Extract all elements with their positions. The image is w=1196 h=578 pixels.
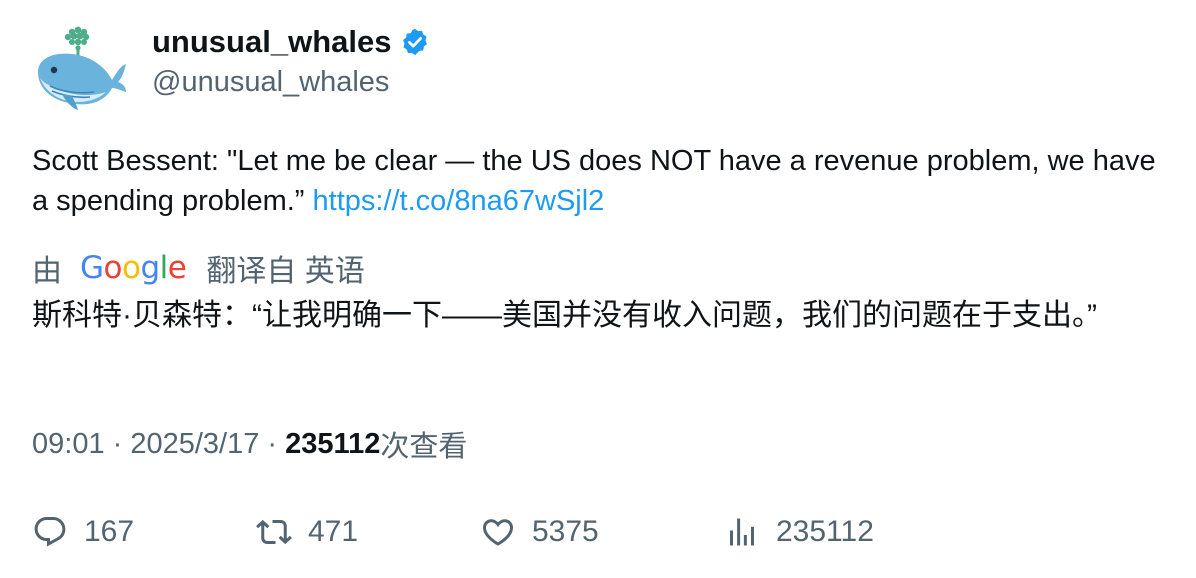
views-count: 235112 (285, 427, 381, 460)
whale-logo-icon[interactable] (32, 22, 128, 118)
display-name[interactable]: unusual_whales (152, 22, 391, 62)
reply-icon (32, 514, 68, 550)
tweet-date[interactable]: 2025/3/17 (130, 428, 259, 461)
views-button[interactable]: 235112 (724, 508, 874, 556)
tweet-text: Scott Bessent: "Let me be clear — the US… (32, 141, 1172, 221)
reply-button[interactable]: 167 (32, 508, 134, 556)
like-button[interactable]: 5375 (480, 508, 599, 556)
tweet-meta: 09:01 · 2025/3/17 · 235112 次查看 (32, 423, 467, 465)
retweet-button[interactable]: 471 (256, 508, 358, 556)
views-action-count: 235112 (776, 515, 874, 548)
like-count: 5375 (532, 515, 599, 548)
translated-text: 斯科特·贝森特：“让我明确一下——美国并没有收入问题，我们的问题在于支出。” (32, 299, 1097, 332)
retweet-icon (256, 514, 292, 550)
verified-badge-icon[interactable] (400, 27, 430, 57)
display-name-row[interactable]: unusual_whales (152, 22, 430, 62)
translation-attribution: 由 Google 翻译自 英语 (32, 246, 365, 290)
translation-prefix: 由 (32, 255, 62, 288)
views-label: 次查看 (380, 431, 468, 463)
heart-icon (480, 514, 516, 550)
reply-count: 167 (84, 515, 135, 548)
tweet-header: unusual_whales @unusual_whales (32, 22, 1152, 118)
tweet-link[interactable]: https://t.co/8na67wSjl2 (313, 185, 605, 217)
analytics-icon (724, 514, 760, 550)
author-handle[interactable]: @unusual_whales (152, 62, 389, 102)
retweet-count: 471 (308, 515, 359, 548)
meta-separator: · (104, 427, 131, 460)
meta-separator: · (259, 427, 286, 460)
google-logo: Google (80, 250, 187, 286)
tweet-time[interactable]: 09:01 (32, 428, 105, 461)
tweet-actions: 167 471 5375 235112 (32, 508, 1172, 556)
translated-from-label[interactable]: 翻译自 英语 (206, 246, 364, 290)
